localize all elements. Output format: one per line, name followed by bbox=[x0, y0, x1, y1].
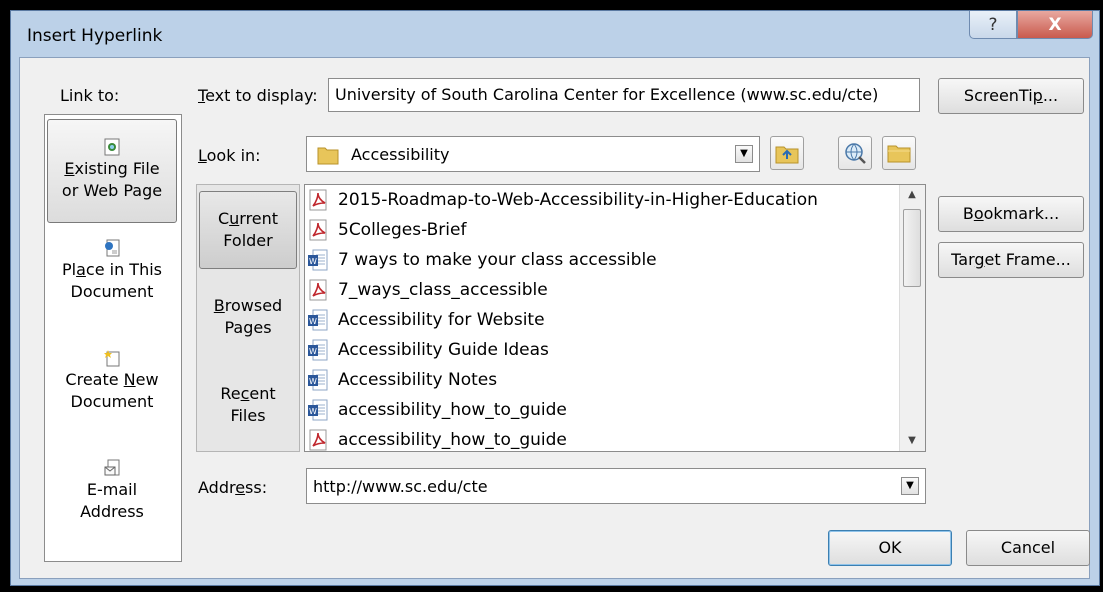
file-name: Accessibility for Website bbox=[338, 310, 545, 330]
text-to-display-input[interactable]: University of South Carolina Center for … bbox=[328, 78, 920, 112]
insert-hyperlink-dialog: Insert Hyperlink ? X Link to: Existing F… bbox=[10, 10, 1100, 586]
file-list-item[interactable]: Waccessibility_how_to_guide bbox=[307, 395, 567, 425]
word-document-icon: W bbox=[307, 309, 329, 331]
pdf-file-icon bbox=[307, 279, 329, 301]
nav-panel: Current Folder Browsed Pages Recent File… bbox=[196, 184, 300, 452]
screentip-button[interactable]: ScreenTip... bbox=[938, 78, 1084, 114]
help-button[interactable]: ? bbox=[969, 11, 1017, 39]
cancel-button[interactable]: Cancel bbox=[966, 530, 1090, 566]
close-button[interactable]: X bbox=[1017, 11, 1093, 39]
address-combo[interactable]: http://www.sc.edu/cte ▼ bbox=[306, 468, 926, 504]
file-list-item[interactable]: 5Colleges-Brief bbox=[307, 215, 466, 245]
browse-web-button[interactable] bbox=[838, 136, 872, 170]
link-to-place-in-document[interactable]: Place in This Document bbox=[47, 239, 177, 303]
nav-current-folder[interactable]: Current Folder bbox=[199, 191, 297, 269]
file-name: Accessibility Guide Ideas bbox=[338, 340, 549, 360]
file-list-item[interactable]: W Accessibility Notes bbox=[307, 365, 497, 395]
up-one-folder-button[interactable] bbox=[770, 136, 804, 170]
look-in-combo[interactable]: Accessibility ▼ bbox=[306, 136, 760, 172]
file-name: 2015-Roadmap-to-Web-Accessibility-in-Hig… bbox=[338, 190, 818, 210]
file-list-item[interactable]: W 7 ways to make your class accessible bbox=[307, 245, 657, 275]
link-to-create-new-document[interactable]: Create New Document bbox=[47, 349, 177, 413]
word-document-icon: W bbox=[307, 249, 329, 271]
scroll-thumb[interactable] bbox=[903, 209, 921, 287]
pdf-file-icon bbox=[307, 429, 329, 451]
nav-recent-files[interactable]: Recent Files bbox=[199, 383, 297, 427]
file-name: 5Colleges-Brief bbox=[338, 220, 467, 240]
file-name: accessibility_how_to_guide bbox=[338, 400, 567, 420]
dialog-title: Insert Hyperlink bbox=[27, 26, 163, 46]
look-in-label: Look in: bbox=[198, 146, 261, 165]
word-document-icon: W bbox=[307, 399, 329, 421]
file-list-item[interactable]: 2015-Roadmap-to-Web-Accessibility-in-Hig… bbox=[307, 185, 818, 215]
file-list-item[interactable]: accessibility_how_to_guide bbox=[307, 425, 567, 451]
scroll-up-arrow[interactable]: ▲ bbox=[900, 185, 924, 205]
close-icon: X bbox=[1048, 14, 1062, 35]
dialog-body: Link to: Existing File or Web Page Place… bbox=[19, 57, 1090, 579]
text-to-display-label: Text to display: bbox=[198, 86, 318, 105]
link-to-email-address[interactable]: E-mail Address bbox=[47, 459, 177, 523]
file-name: accessibility_how_to_guide bbox=[338, 430, 567, 450]
file-list-item[interactable]: W Accessibility for Website bbox=[307, 305, 545, 335]
file-list-scrollbar[interactable]: ▲ ▼ bbox=[899, 185, 925, 451]
pdf-file-icon bbox=[307, 189, 329, 211]
file-list-item[interactable]: W Accessibility Guide Ideas bbox=[307, 335, 549, 365]
svg-text:W: W bbox=[309, 407, 317, 416]
email-address-icon bbox=[104, 459, 120, 476]
link-to-existing-file[interactable]: Existing File or Web Page bbox=[47, 119, 177, 223]
existing-file-icon bbox=[104, 138, 120, 156]
address-dropdown-arrow[interactable]: ▼ bbox=[901, 477, 919, 495]
scroll-down-arrow[interactable]: ▼ bbox=[900, 431, 924, 451]
svg-text:W: W bbox=[309, 347, 317, 356]
help-icon: ? bbox=[988, 14, 998, 35]
address-value: http://www.sc.edu/cte bbox=[313, 477, 488, 496]
file-name: 7_ways_class_accessible bbox=[338, 280, 548, 300]
file-name: 7 ways to make your class accessible bbox=[338, 250, 657, 270]
up-one-folder-icon bbox=[775, 146, 799, 164]
look-in-dropdown-arrow[interactable]: ▼ bbox=[735, 145, 753, 163]
ok-button[interactable]: OK bbox=[828, 530, 952, 566]
pdf-file-icon bbox=[307, 219, 329, 241]
file-name: Accessibility Notes bbox=[338, 370, 498, 390]
browse-web-icon bbox=[845, 143, 866, 164]
svg-text:W: W bbox=[309, 257, 317, 266]
bookmark-button[interactable]: Bookmark... bbox=[938, 196, 1084, 232]
svg-text:W: W bbox=[309, 317, 317, 326]
word-document-icon: W bbox=[307, 369, 329, 391]
link-to-label: Link to: bbox=[60, 86, 120, 105]
file-list[interactable]: 2015-Roadmap-to-Web-Accessibility-in-Hig… bbox=[304, 184, 926, 452]
word-document-icon: W bbox=[307, 339, 329, 361]
title-bar: Insert Hyperlink ? X bbox=[11, 11, 1099, 57]
look-in-value: Accessibility bbox=[351, 145, 450, 164]
folder-icon bbox=[317, 147, 339, 165]
link-to-panel: Existing File or Web Page Place in This … bbox=[44, 114, 182, 562]
svg-text:W: W bbox=[309, 377, 317, 386]
browse-file-icon bbox=[887, 145, 911, 163]
nav-browsed-pages[interactable]: Browsed Pages bbox=[199, 295, 297, 339]
create-new-document-icon bbox=[104, 350, 120, 367]
target-frame-button[interactable]: Target Frame... bbox=[938, 242, 1084, 278]
place-in-document-icon bbox=[105, 239, 120, 257]
browse-file-button[interactable] bbox=[882, 136, 916, 170]
file-list-item[interactable]: 7_ways_class_accessible bbox=[307, 275, 548, 305]
address-label: Address: bbox=[198, 478, 268, 497]
